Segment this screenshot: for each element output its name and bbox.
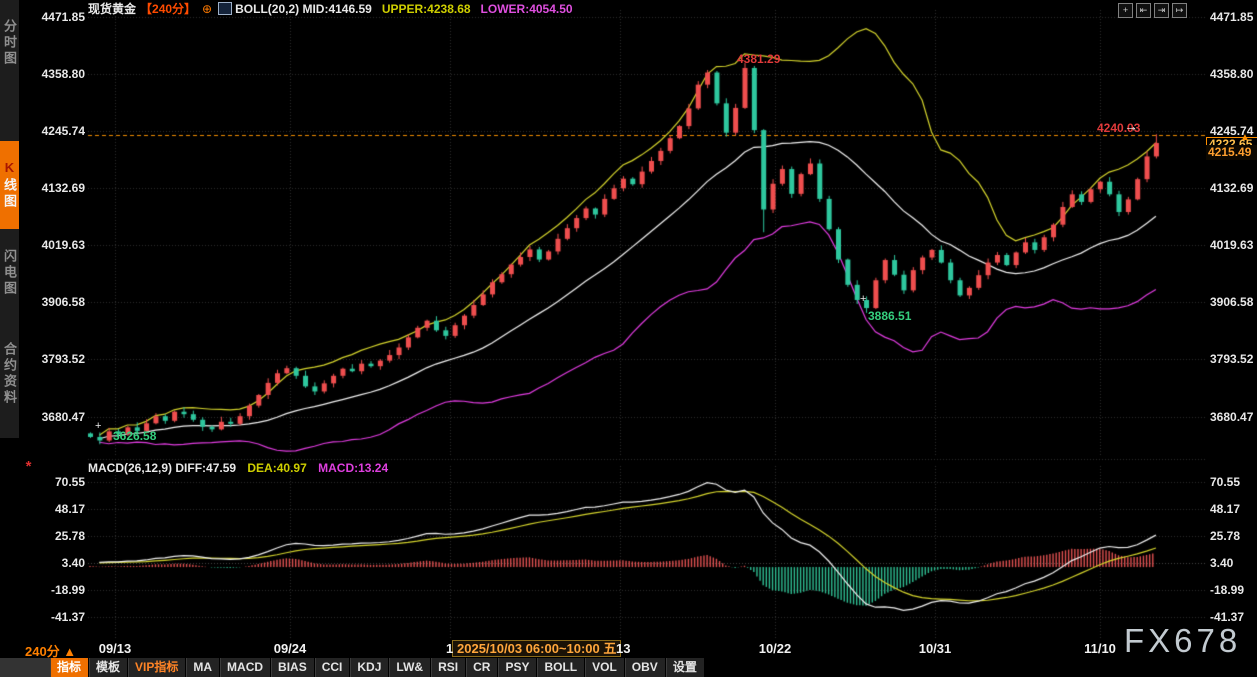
date-label: 10/31 [918, 641, 952, 656]
toolbar-button-OBV[interactable]: OBV [624, 658, 666, 677]
sidebar-tab[interactable]: 闪电图 [0, 233, 19, 313]
peak-high-label: 4381.29 [737, 52, 781, 66]
toolbar-button-设置[interactable]: 设置 [665, 658, 705, 677]
axis-label: 70.55 [54, 475, 85, 489]
macd-macd-value: MACD:13.24 [318, 461, 389, 475]
axis-label: 4132.69 [41, 181, 85, 195]
price-chart-canvas[interactable] [0, 0, 1257, 677]
axis-label: 3680.47 [41, 410, 85, 424]
previous-price-tag: 4215.49 [1206, 145, 1257, 160]
axis-label: -41.37 [50, 610, 85, 624]
chart-app: 分时图 K线图闪电图合约资料 现货黄金 【240分】 ⊕ BOLL(20,2) M… [0, 0, 1257, 677]
toolbar-button-BIAS[interactable]: BIAS [271, 658, 315, 677]
toolbar-button-MA[interactable]: MA [186, 658, 221, 677]
date-label: 13 [616, 641, 631, 656]
toolbar-button-VOL[interactable]: VOL [585, 658, 625, 677]
toolbar-button-PSY[interactable]: PSY [498, 658, 538, 677]
toolbar-button-LW&[interactable]: LW& [389, 658, 432, 677]
toolbar-button-KDJ[interactable]: KDJ [350, 658, 390, 677]
crosshair-tool-icon[interactable]: + [1118, 3, 1133, 18]
axis-label: 48.17 [54, 502, 85, 516]
price-up-arrow-icon: ▲ [1240, 132, 1250, 143]
last-price-arrow-icon: → [1124, 118, 1138, 134]
boll-indicator-icon [218, 2, 233, 15]
toolbar-button-VIP指标[interactable]: VIP指标 [128, 658, 187, 677]
axis-label: 4019.63 [1210, 238, 1254, 252]
indicator-toolbar: 指标 模板 VIP指标 MA MACD BIAS CCI KDJ LW& RSI CR PSY BOLL… [0, 658, 705, 677]
axis-label: 3.40 [1210, 556, 1234, 570]
pan-right-icon[interactable]: ⇥ [1154, 3, 1169, 18]
axis-label: 48.17 [1210, 502, 1241, 516]
add-indicator-icon[interactable]: ⊕ [202, 2, 212, 16]
axis-label: 3.40 [61, 556, 85, 570]
low-marker: + [95, 420, 102, 432]
period-label: 【240分】 [140, 2, 197, 16]
chart-toolbar-topright: + ⇤ ⇥ ↦ [1118, 3, 1187, 18]
sidebar-tab[interactable]: 分时图 [0, 4, 19, 82]
axis-label: -18.99 [50, 583, 85, 597]
macd-dea-value: DEA:40.97 [247, 461, 307, 475]
date-label: 10/22 [758, 641, 792, 656]
axis-label: -18.99 [1210, 583, 1245, 597]
axis-label: 4019.63 [41, 238, 85, 252]
date-label: 11/10 [1084, 641, 1116, 656]
macd-header: MACD(26,12,9) DIFF:47.59 DEA:40.97 MACD:… [88, 461, 388, 475]
axis-label: 4471.85 [41, 10, 85, 24]
toolbar-button-RSI[interactable]: RSI [431, 658, 467, 677]
date-axis: 240分 ▲ 2025/10/03 06:00~10:00 五 09/13 09/… [0, 640, 1257, 659]
symbol-name: 现货黄金 [88, 2, 137, 16]
axis-label: 4245.74 [41, 124, 85, 138]
axis-label: 25.78 [1210, 529, 1241, 543]
axis-label: 25.78 [54, 529, 85, 543]
toolbar-button-BOLL[interactable]: BOLL [537, 658, 586, 677]
toolbar-button-MACD[interactable]: MACD [220, 658, 272, 677]
sidebar-tab[interactable]: K线图 [0, 141, 19, 229]
indicator-settings-icon[interactable]: * [21, 459, 36, 474]
axis-label: 4132.69 [1210, 181, 1254, 195]
toolbar-corner [0, 658, 50, 677]
period-low-label: 3626.58 [113, 429, 157, 443]
hover-date-tooltip: 2025/10/03 06:00~10:00 五 [452, 640, 622, 657]
boll-lower-value: LOWER:4054.50 [480, 1, 573, 16]
toolbar-button-CCI[interactable]: CCI [314, 658, 351, 677]
toolbar-button-指标[interactable]: 指标 [50, 658, 90, 677]
axis-label: 4358.80 [1210, 67, 1254, 81]
toolbar-button-CR[interactable]: CR [466, 658, 499, 677]
macd-diff-value: MACD(26,12,9) DIFF:47.59 [88, 461, 237, 475]
date-label: 09/13 [98, 641, 132, 656]
axis-label: 3793.52 [41, 352, 85, 366]
go-to-latest-icon[interactable]: ↦ [1172, 3, 1187, 18]
axis-label: 3680.47 [1210, 410, 1254, 424]
date-label: 09/24 [273, 641, 307, 656]
boll-mid-value: BOLL(20,2) MID:4146.59 [235, 1, 372, 16]
axis-label: 3793.52 [1210, 352, 1254, 366]
chart-type-sidebar: 分时图 K线图闪电图合约资料 [0, 0, 19, 438]
pan-left-icon[interactable]: ⇤ [1136, 3, 1151, 18]
axis-label: 3906.58 [41, 295, 85, 309]
axis-label: 3906.58 [1210, 295, 1254, 309]
boll-upper-value: UPPER:4238.68 [381, 1, 471, 16]
sidebar-tab[interactable]: 合约资料 [0, 316, 19, 432]
axis-label: 4358.80 [41, 67, 85, 81]
date-label: 1 [446, 641, 454, 656]
chart-header: 现货黄金 【240分】 ⊕ BOLL(20,2) MID:4146.59 UPP… [88, 1, 573, 17]
toolbar-button-模板[interactable]: 模板 [89, 658, 129, 677]
swing-low-label: 3886.51 [868, 309, 912, 323]
low-marker: + [860, 293, 867, 305]
axis-label: 4471.85 [1210, 10, 1254, 24]
axis-label: 70.55 [1210, 475, 1241, 489]
